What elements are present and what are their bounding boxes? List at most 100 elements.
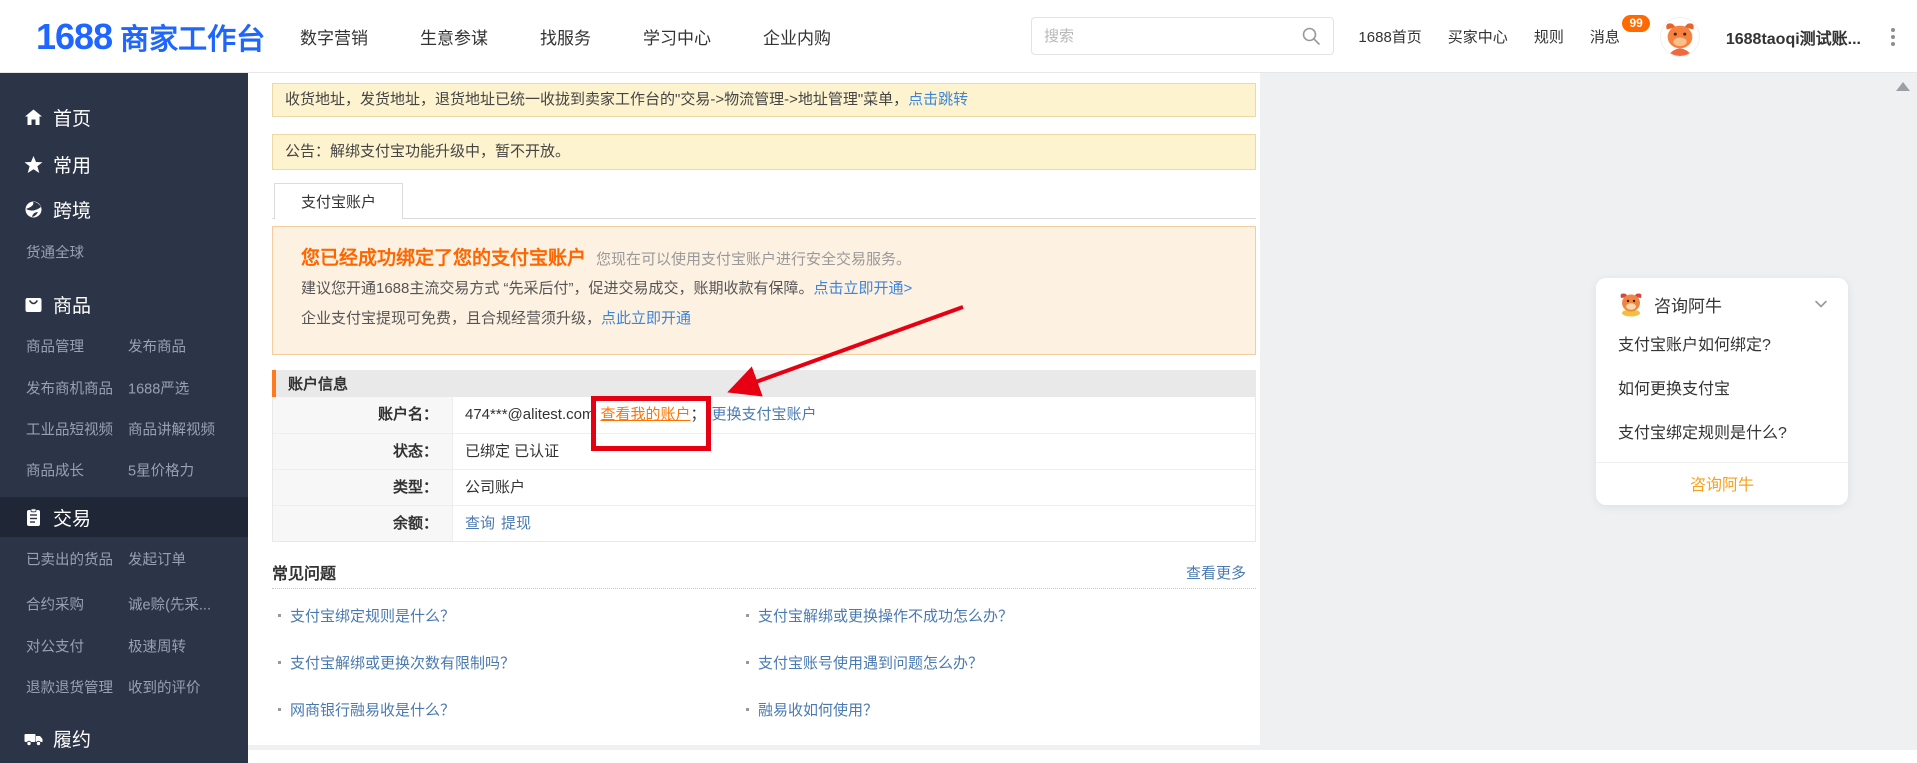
row-label: 类型： [273, 470, 453, 505]
link-buyer-center[interactable]: 买家中心 [1448, 26, 1508, 47]
status-value: 已绑定 已认证 [465, 443, 560, 460]
account-info-header: 账户信息 [272, 370, 1256, 397]
sidebar-item-industrial-video[interactable]: 工业品短视频 [26, 419, 113, 440]
nav-enterprise-purchase[interactable]: 企业内购 [763, 24, 831, 49]
withdraw-link[interactable]: 提现 [501, 515, 531, 532]
truck-icon [24, 733, 43, 746]
tab-alipay-account[interactable]: 支付宝账户 [274, 183, 404, 219]
faq-link-rongyishou-usage[interactable]: 融易收如何使用？ [746, 699, 1256, 720]
sidebar-item-global-goods[interactable]: 货通全球 [26, 242, 84, 263]
address-notice-text: 收货地址，发货地址，退货地址已统一收拢到卖家工作台的"交易->物流管理->地址管… [285, 91, 909, 108]
logo-text: 商家工作台 [120, 24, 266, 56]
star-icon [24, 155, 43, 173]
logo-1688[interactable]: 1688 商家工作台 [36, 16, 265, 58]
bullet-icon [746, 661, 749, 664]
address-notice-bar: 收货地址，发货地址，退货地址已统一收拢到卖家工作台的"交易->物流管理->地址管… [272, 83, 1256, 117]
sidebar-item-product-video[interactable]: 商品讲解视频 [128, 419, 215, 440]
sidebar-item-fast-turnover[interactable]: 极速周转 [128, 636, 186, 657]
sidebar-item-product-growth[interactable]: 商品成长 [26, 460, 84, 481]
sidebar-item-home[interactable]: 首页 [0, 97, 248, 137]
consult-aniu-button[interactable]: 咨询阿牛 [1596, 462, 1848, 508]
consult-question-how-to-change[interactable]: 如何更换支付宝 [1596, 368, 1848, 412]
sidebar-item-refund-management[interactable]: 退款退货管理 [26, 677, 113, 698]
sidebar-item-corporate-payment[interactable]: 对公支付 [26, 636, 84, 657]
nav-digital-marketing[interactable]: 数字营销 [300, 24, 368, 49]
row-label: 余额： [273, 506, 453, 541]
sidebar-item-products[interactable]: 商品 [0, 284, 248, 324]
table-row-account-name: 账户名： 474***@alitest.com 查看我的账户； 更换支付宝账户 [273, 397, 1255, 433]
sidebar-sub-row: 发布商机商品 1688严选 [0, 368, 248, 408]
link-messages[interactable]: 消息 99 [1590, 15, 1650, 47]
consult-question-binding-rules[interactable]: 支付宝绑定规则是什么? [1596, 412, 1848, 456]
address-jump-link[interactable]: 点击跳转 [908, 91, 968, 108]
message-count-badge: 99 [1622, 15, 1650, 33]
bullet-icon [278, 661, 281, 664]
faq-link-binding-rules[interactable]: 支付宝绑定规则是什么？ [278, 605, 746, 626]
search-input[interactable] [1032, 27, 1301, 45]
top-header: 1688 商家工作台 数字营销 生意参谋 找服务 学习中心 企业内购 1688首… [0, 0, 1917, 73]
account-name[interactable]: 1688taoqi测试账... [1726, 25, 1861, 49]
search-icon[interactable] [1301, 26, 1321, 46]
view-my-account-link[interactable]: 查看我的账户 [600, 406, 690, 423]
sidebar-item-sold-goods[interactable]: 已卖出的货品 [26, 549, 113, 570]
globe-icon [25, 201, 42, 217]
table-row-status: 状态： 已绑定 已认证 [273, 433, 1255, 469]
clipboard-icon [27, 507, 40, 526]
main-content: 收货地址，发货地址，退货地址已统一收拢到卖家工作台的"交易->物流管理->地址管… [248, 73, 1260, 745]
sidebar-item-cheng-e-credit[interactable]: 诚e赊(先采... [128, 594, 211, 615]
enterprise-upgrade-text: 企业支付宝提现可免费，且合规经营须升级， [301, 310, 602, 327]
scroll-up-icon[interactable] [1896, 82, 1910, 91]
link-rules[interactable]: 规则 [1534, 26, 1564, 47]
sidebar-item-received-reviews[interactable]: 收到的评价 [128, 677, 201, 698]
separator: ； [690, 406, 706, 423]
faq-link-account-problem[interactable]: 支付宝账号使用遇到问题怎么办？ [746, 652, 1256, 673]
account-name-value: 474***@alitest.com [465, 406, 595, 423]
bullet-icon [746, 708, 749, 711]
sidebar-item-trade[interactable]: 交易 [0, 497, 248, 537]
sidebar-sub-row: 退款退货管理 收到的评价 [0, 667, 248, 707]
sidebar-sub-row: 已卖出的货品 发起订单 [0, 539, 248, 579]
sidebar-item-5star-price[interactable]: 5星价格力 [128, 460, 194, 481]
bind-suggestion-text: 建议您开通1688主流交易方式 “先采后付”，促进交易成交，账期收款有保障。 [301, 280, 814, 297]
bag-icon [25, 297, 42, 312]
sidebar-item-publish-product[interactable]: 发布商品 [128, 336, 186, 357]
logo-number: 1688 [36, 16, 113, 57]
type-value: 公司账户 [465, 479, 526, 496]
avatar[interactable] [1659, 16, 1700, 57]
header-right-links: 1688首页 买家中心 规则 消息 99 1688taoqi测试账... [1358, 0, 1899, 73]
link-1688-home[interactable]: 1688首页 [1358, 26, 1421, 47]
sidebar: 首页 常用 跨境 货通全球 商品 商品管理 发布商品 发布商机商品 1688严选… [0, 73, 248, 763]
faq-link-unbind-fail[interactable]: 支付宝解绑或更换操作不成功怎么办？ [746, 605, 1256, 626]
nav-business-advisor[interactable]: 生意参谋 [420, 24, 488, 49]
faq-link-rongyishou[interactable]: 网商银行融易收是什么？ [278, 699, 746, 720]
bullet-icon [278, 708, 281, 711]
faq-section: 常见问题 查看更多 支付宝绑定规则是什么？ 支付宝解绑或更换操作不成功怎么办？ … [272, 546, 1256, 720]
account-info-title: 账户信息 [288, 376, 349, 393]
nav-learning-center[interactable]: 学习中心 [643, 24, 711, 49]
view-more-link[interactable]: 查看更多 [1186, 562, 1246, 583]
sidebar-item-contract-purchase[interactable]: 合约采购 [26, 594, 84, 615]
sidebar-item-favorites[interactable]: 常用 [0, 144, 248, 184]
query-balance-link[interactable]: 查询 [465, 515, 495, 532]
sidebar-item-fulfillment[interactable]: 履约 [0, 718, 248, 758]
overflow-menu-icon[interactable] [1887, 24, 1899, 50]
table-row-type: 类型： 公司账户 [273, 469, 1255, 505]
consult-aniu-card: 咨询阿牛 支付宝账户如何绑定? 如何更换支付宝 支付宝绑定规则是什么? 咨询阿牛 [1596, 278, 1848, 505]
nav-find-services[interactable]: 找服务 [540, 24, 591, 49]
chevron-down-icon[interactable] [1812, 295, 1830, 313]
consult-question-how-to-bind[interactable]: 支付宝账户如何绑定? [1596, 324, 1848, 368]
sidebar-item-crossborder[interactable]: 跨境 [0, 189, 248, 229]
home-icon [25, 109, 42, 125]
sidebar-item-publish-opportunity[interactable]: 发布商机商品 [26, 378, 113, 399]
sidebar-item-create-order[interactable]: 发起订单 [128, 549, 186, 570]
top-navigation: 数字营销 生意参谋 找服务 学习中心 企业内购 [300, 0, 831, 73]
change-alipay-link[interactable]: 更换支付宝账户 [712, 406, 817, 423]
bullet-icon [746, 614, 749, 617]
sidebar-item-1688-select[interactable]: 1688严选 [128, 378, 189, 399]
upgrade-now-link[interactable]: 点此立即开通 [601, 310, 691, 327]
faq-link-change-limit[interactable]: 支付宝解绑或更换次数有限制吗？ [278, 652, 746, 673]
faq-title: 常见问题 [272, 566, 337, 583]
sidebar-item-product-management[interactable]: 商品管理 [26, 336, 84, 357]
open-now-link[interactable]: 点击立即开通> [814, 280, 913, 297]
sidebar-sub-row: 货通全球 [0, 232, 248, 272]
